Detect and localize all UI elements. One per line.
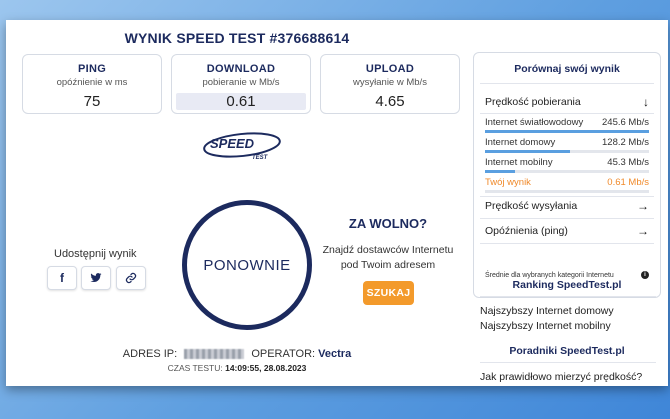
compare-row-your-result: Twój wynik 0.61 Mb/s bbox=[485, 177, 649, 188]
ranking-title: Ranking SpeedTest.pl bbox=[512, 279, 622, 291]
arrow-right-icon: → bbox=[637, 199, 649, 213]
copy-link-button[interactable] bbox=[116, 266, 146, 290]
divider bbox=[480, 218, 654, 219]
too-slow-title: ZA WOLNO? bbox=[348, 216, 428, 231]
compare-bar-fiber bbox=[485, 130, 649, 133]
download-card: DOWNLOAD pobieranie w Mb/s 0.61 bbox=[171, 54, 311, 114]
upload-value: 4.65 bbox=[375, 93, 405, 110]
test-time-line: CZAS TESTU: 14:09:55, 28.08.2023 bbox=[6, 363, 468, 373]
time-label: CZAS TESTU: bbox=[167, 363, 223, 373]
compare-row-label: Internet światłowodowy bbox=[485, 117, 584, 128]
ping-label: PING bbox=[77, 63, 107, 75]
compare-row-value: 245.6 Mb/s bbox=[602, 117, 649, 128]
page-title: WYNIK SPEED TEST #376688614 bbox=[124, 30, 350, 46]
compare-row-label: Internet mobilny bbox=[485, 157, 553, 168]
info-icon[interactable]: i bbox=[641, 271, 649, 279]
share-label: Udostępnij wynik bbox=[54, 248, 137, 260]
ip-label: ADRES IP: bbox=[122, 348, 178, 360]
ip-redacted bbox=[184, 349, 245, 360]
operator-value: Vectra bbox=[318, 348, 352, 360]
upload-card: UPLOAD wysyłanie w Mb/s 4.65 bbox=[320, 54, 460, 114]
upload-speed-toggle[interactable]: Prędkość wysyłania → bbox=[485, 199, 649, 213]
logo-subtext: TEST bbox=[252, 155, 269, 161]
ip-operator-line: ADRES IP: OPERATOR: Vectra bbox=[6, 348, 468, 360]
compare-row-value: 45.3 Mb/s bbox=[607, 157, 649, 168]
compare-panel: Porównaj swój wynik Prędkość pobierania … bbox=[473, 52, 661, 298]
compare-bar-home bbox=[485, 150, 649, 153]
averages-note: Średnie dla wybranych kategorii Internet… bbox=[485, 271, 649, 279]
compare-row-mobile: Internet mobilny 45.3 Mb/s bbox=[485, 157, 649, 168]
ranking-link-home[interactable]: Najszybszy Internet domowy bbox=[480, 305, 614, 317]
too-slow-text: Znajdź dostawców Internetu pod Twoim adr… bbox=[322, 244, 454, 271]
retest-label: PONOWNIE bbox=[203, 256, 291, 274]
divider bbox=[480, 83, 654, 84]
time-value: 14:09:55, 28.08.2023 bbox=[225, 363, 307, 373]
twitter-share-button[interactable] bbox=[81, 266, 111, 290]
guide-link-measure[interactable]: Jak prawidłowo mierzyć prędkość? bbox=[480, 371, 642, 383]
divider bbox=[480, 362, 656, 363]
compare-row-fiber: Internet światłowodowy 245.6 Mb/s bbox=[485, 117, 649, 128]
download-speed-header: Prędkość pobierania bbox=[485, 96, 581, 108]
download-value: 0.61 bbox=[176, 93, 306, 110]
twitter-icon bbox=[90, 273, 102, 282]
result-sheet: WYNIK SPEED TEST #376688614 PING opóźnie… bbox=[6, 20, 668, 386]
compare-row-home: Internet domowy 128.2 Mb/s bbox=[485, 137, 649, 148]
divider bbox=[480, 196, 654, 197]
arrow-right-icon: → bbox=[637, 224, 649, 238]
averages-note-text: Średnie dla wybranych kategorii Internet… bbox=[485, 271, 614, 279]
ping-toggle[interactable]: Opóźnienia (ping) → bbox=[485, 224, 649, 238]
upload-sublabel: wysyłanie w Mb/s bbox=[353, 77, 427, 88]
ranking-link-mobile[interactable]: Najszybszy Internet mobilny bbox=[480, 320, 611, 332]
ping-card: PING opóźnienie w ms 75 bbox=[22, 54, 162, 114]
compare-row-value: 0.61 Mb/s bbox=[607, 177, 649, 188]
compare-row-label: Internet domowy bbox=[485, 137, 556, 148]
ping-value: 75 bbox=[83, 93, 101, 110]
operator-label: OPERATOR: bbox=[251, 348, 316, 360]
download-label: DOWNLOAD bbox=[206, 63, 276, 75]
upload-label: UPLOAD bbox=[365, 63, 415, 75]
link-icon bbox=[125, 272, 137, 284]
compare-bar-mobile bbox=[485, 170, 649, 173]
divider bbox=[480, 113, 654, 114]
logo-text: SPEED bbox=[210, 136, 255, 151]
divider bbox=[480, 243, 654, 244]
compare-row-value: 128.2 Mb/s bbox=[602, 137, 649, 148]
ping-sublabel: opóźnienie w ms bbox=[56, 77, 128, 88]
compare-title: Porównaj swój wynik bbox=[514, 63, 620, 75]
ping-header: Opóźnienia (ping) bbox=[485, 225, 568, 237]
download-speed-toggle[interactable]: Prędkość pobierania ↓ bbox=[485, 95, 649, 109]
upload-speed-header: Prędkość wysyłania bbox=[485, 200, 578, 212]
facebook-share-button[interactable]: f bbox=[47, 266, 77, 290]
guides-title: Poradniki SpeedTest.pl bbox=[509, 345, 625, 357]
facebook-icon: f bbox=[60, 271, 64, 285]
compare-bar-your-result bbox=[485, 190, 649, 193]
divider bbox=[480, 296, 656, 297]
arrow-down-icon: ↓ bbox=[643, 95, 649, 109]
speedtest-logo: SPEED TEST bbox=[203, 132, 281, 161]
download-sublabel: pobieranie w Mb/s bbox=[202, 77, 280, 88]
retest-button[interactable]: PONOWNIE bbox=[182, 200, 312, 330]
compare-row-label: Twój wynik bbox=[485, 177, 531, 188]
search-providers-button[interactable]: SZUKAJ bbox=[363, 281, 414, 305]
